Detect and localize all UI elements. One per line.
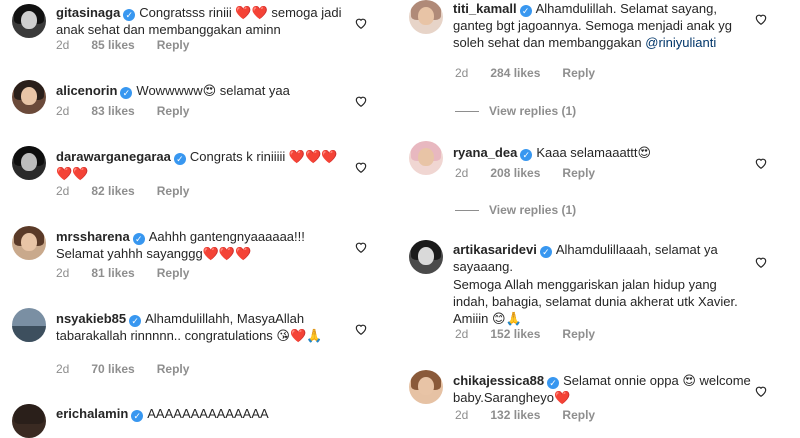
comment-text: Kaaa selamaaattt😍 (536, 145, 652, 160)
comment-meta: 2d 85 likes Reply (56, 38, 189, 52)
username[interactable]: titi_kamall (453, 1, 517, 16)
username[interactable]: nsyakieb85 (56, 311, 126, 326)
comment-likes[interactable]: 152 likes (490, 327, 540, 341)
reply-button[interactable]: Reply (562, 327, 595, 341)
like-heart-icon[interactable] (354, 322, 368, 336)
reply-button[interactable]: Reply (157, 38, 190, 52)
comment-meta: 2d 81 likes Reply (56, 266, 189, 280)
username[interactable]: artikasaridevi (453, 242, 537, 257)
username[interactable]: alicenorin (56, 83, 117, 98)
comment-time[interactable]: 2d (56, 362, 69, 376)
avatar[interactable] (12, 226, 46, 260)
like-heart-icon[interactable] (754, 156, 768, 170)
comment-likes[interactable]: 83 likes (91, 104, 134, 118)
comment-time[interactable]: 2d (56, 38, 69, 52)
comments-column-right: titi_kamall ✓ Alhamdulillah. Selamat sayan… (400, 0, 780, 422)
like-heart-icon[interactable] (354, 94, 368, 108)
avatar[interactable] (409, 141, 443, 175)
verified-badge-icon: ✓ (520, 149, 533, 161)
comment-likes[interactable]: 81 likes (91, 266, 134, 280)
view-replies-button[interactable]: View replies (1) (455, 203, 576, 217)
reply-button[interactable]: Reply (157, 184, 190, 198)
reply-button[interactable]: Reply (157, 266, 190, 280)
username[interactable]: gitasinaga (56, 5, 120, 20)
comment-likes[interactable]: 85 likes (91, 38, 134, 52)
verified-badge-icon: ✓ (173, 153, 186, 165)
like-heart-icon[interactable] (754, 12, 768, 26)
verified-badge-icon: ✓ (519, 5, 532, 17)
avatar[interactable] (12, 4, 46, 38)
comment-meta: 2d 284 likes Reply (455, 66, 595, 80)
username[interactable]: chikajessica88 (453, 373, 544, 388)
view-replies-button[interactable]: View replies (1) (455, 104, 576, 118)
reply-button[interactable]: Reply (157, 362, 190, 376)
comment-time[interactable]: 2d (56, 266, 69, 280)
comment-time[interactable]: 2d (455, 66, 468, 80)
avatar[interactable] (12, 146, 46, 180)
avatar[interactable] (12, 80, 46, 114)
comment-likes[interactable]: 82 likes (91, 184, 134, 198)
like-heart-icon[interactable] (354, 160, 368, 174)
comment-likes[interactable]: 208 likes (490, 166, 540, 180)
verified-badge-icon: ✓ (129, 315, 142, 327)
comment-time[interactable]: 2d (455, 327, 468, 341)
comment-time[interactable]: 2d (455, 166, 468, 180)
comment-meta: 2d 70 likes Reply (56, 362, 189, 376)
reply-button[interactable]: Reply (562, 66, 595, 80)
comment-meta: 2d 208 likes Reply (455, 166, 595, 180)
avatar[interactable] (12, 404, 46, 438)
like-heart-icon[interactable] (754, 384, 768, 398)
like-heart-icon[interactable] (354, 16, 368, 30)
comment-text: AAAAAAAAAAAAAA (147, 406, 269, 421)
comment-meta: 2d 82 likes Reply (56, 184, 189, 198)
comment-likes[interactable]: 70 likes (91, 362, 134, 376)
verified-badge-icon: ✓ (131, 410, 144, 422)
verified-badge-icon: ✓ (539, 246, 552, 258)
username[interactable]: mrssharena (56, 229, 130, 244)
mention-link[interactable]: @riniyulianti (645, 35, 716, 50)
avatar[interactable] (12, 308, 46, 342)
comment-meta: 2d 152 likes Reply (455, 327, 595, 341)
reply-button[interactable]: Reply (157, 104, 190, 118)
comment-time[interactable]: 2d (56, 104, 69, 118)
verified-badge-icon: ✓ (120, 87, 133, 99)
divider-line (455, 111, 479, 113)
comments-column-left: gitasinaga ✓ Congratsss riniii ❤️❤️ semoga… (0, 0, 380, 438)
reply-button[interactable]: Reply (562, 166, 595, 180)
verified-badge-icon: ✓ (547, 377, 560, 389)
avatar[interactable] (409, 240, 443, 274)
comment-meta: 2d 83 likes Reply (56, 104, 189, 118)
username[interactable]: darawarganegaraa (56, 149, 171, 164)
like-heart-icon[interactable] (754, 255, 768, 269)
comment-text: Wowwwww😍 selamat yaa (136, 83, 290, 98)
username[interactable]: ryana_dea (453, 145, 517, 160)
comment-text-continued: Semoga Allah menggariskan jalan hidup ya… (453, 277, 738, 326)
verified-badge-icon: ✓ (123, 9, 136, 21)
username[interactable]: erichalamin (56, 406, 128, 421)
avatar[interactable] (409, 0, 443, 34)
like-heart-icon[interactable] (354, 240, 368, 254)
comment-likes[interactable]: 284 likes (490, 66, 540, 80)
divider-line (455, 210, 479, 212)
verified-badge-icon: ✓ (132, 233, 145, 245)
avatar[interactable] (409, 370, 443, 404)
comment-time[interactable]: 2d (56, 184, 69, 198)
